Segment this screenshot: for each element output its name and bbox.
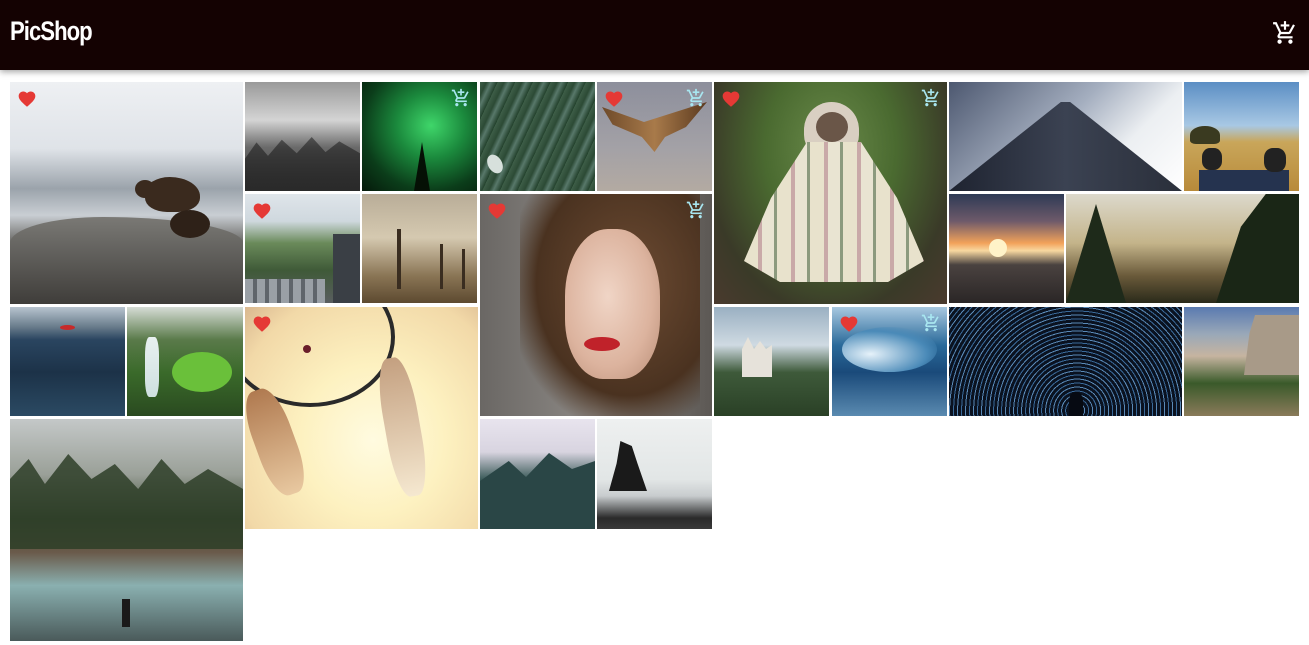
photo-city-park[interactable]: [245, 194, 360, 303]
photo-ocean-kayak[interactable]: [10, 307, 125, 416]
add-to-cart-icon[interactable]: [451, 88, 471, 108]
app-header: PicShop: [0, 0, 1309, 70]
heart-icon[interactable]: [251, 314, 273, 334]
add-to-cart-icon[interactable]: [921, 313, 941, 333]
heart-icon[interactable]: [603, 89, 625, 109]
photo-sneakers-field[interactable]: [1184, 82, 1299, 191]
photo-woman-portrait[interactable]: [480, 194, 712, 416]
photo-dreamcatcher[interactable]: [245, 307, 478, 529]
add-to-cart-icon[interactable]: [921, 88, 941, 108]
add-to-cart-icon[interactable]: [686, 200, 706, 220]
photo-wave[interactable]: [832, 307, 947, 416]
app-logo[interactable]: PicShop: [10, 16, 93, 47]
heart-icon[interactable]: [16, 89, 38, 109]
photo-river-hiker[interactable]: [10, 419, 243, 641]
photo-star-trails[interactable]: [949, 307, 1182, 416]
cart-icon[interactable]: [1272, 20, 1298, 46]
photo-eagle[interactable]: [597, 82, 712, 191]
add-to-cart-icon[interactable]: [686, 88, 706, 108]
photo-yosemite[interactable]: [1184, 307, 1299, 416]
photo-aurora[interactable]: [362, 82, 477, 191]
photo-train-sunset[interactable]: [949, 194, 1064, 303]
photo-misty-mountain[interactable]: [480, 419, 595, 529]
photo-waterfall[interactable]: [127, 307, 243, 416]
photo-castle[interactable]: [714, 307, 829, 416]
photo-sea-stack[interactable]: [597, 419, 712, 529]
photo-bear[interactable]: [10, 82, 243, 304]
photo-foggy-dead-trees[interactable]: [362, 194, 477, 303]
photo-pug-blanket[interactable]: [714, 82, 947, 304]
heart-icon[interactable]: [251, 201, 273, 221]
photo-valley-sunrise[interactable]: [1066, 194, 1299, 303]
photo-skyscraper[interactable]: [949, 82, 1182, 191]
photo-grid: [0, 0, 1309, 645]
heart-icon[interactable]: [838, 314, 860, 334]
photo-misty-forest[interactable]: [245, 82, 360, 191]
heart-icon[interactable]: [720, 89, 742, 109]
heart-icon[interactable]: [486, 201, 508, 221]
photo-pine-forest[interactable]: [480, 82, 595, 191]
